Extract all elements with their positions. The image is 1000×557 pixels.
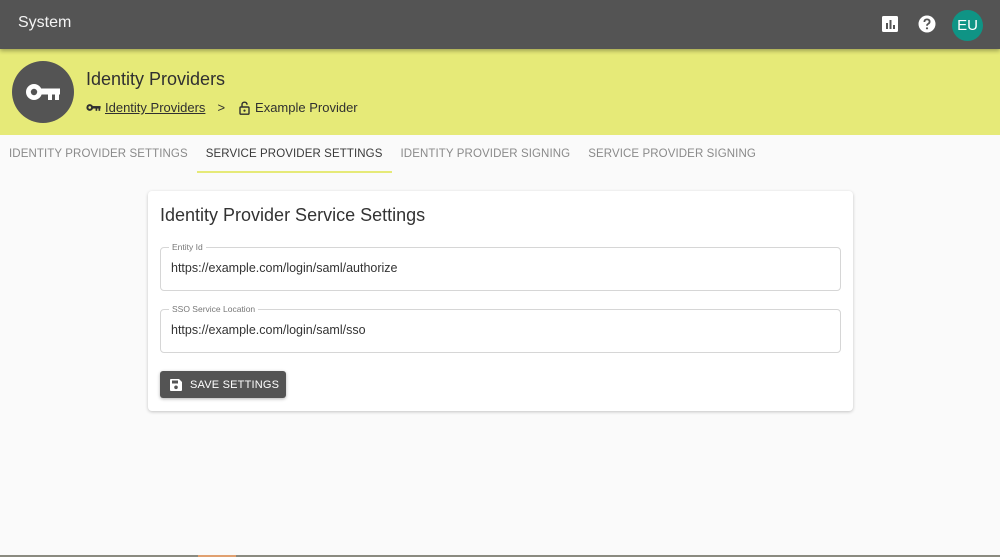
key-icon xyxy=(86,104,101,111)
sso-service-location-field: SSO Service Location xyxy=(160,304,841,353)
user-avatar[interactable]: EU xyxy=(952,10,983,41)
page-title: Identity Providers xyxy=(86,69,226,89)
top-app-bar: System EU xyxy=(0,0,1000,49)
tab-identity-provider-signing[interactable]: IDENTITY PROVIDER SIGNING xyxy=(392,135,580,173)
breadcrumb-current: Example Provider xyxy=(255,100,358,115)
help-icon xyxy=(918,15,936,33)
help-button[interactable] xyxy=(917,14,937,34)
entity-id-label: Entity Id xyxy=(169,242,206,252)
save-icon xyxy=(170,378,182,391)
reports-button[interactable] xyxy=(880,14,900,34)
breadcrumb-link-identity-providers[interactable]: Identity Providers xyxy=(105,100,205,115)
sso-service-location-input[interactable] xyxy=(171,323,821,337)
breadcrumb-separator: > xyxy=(217,100,226,115)
tab-service-provider-signing[interactable]: SERVICE PROVIDER SIGNING xyxy=(579,135,765,173)
header-badge xyxy=(12,61,74,123)
tab-service-provider-settings[interactable]: SERVICE PROVIDER SETTINGS xyxy=(196,135,392,173)
sso-service-location-label: SSO Service Location xyxy=(169,304,259,314)
page-header: Identity Providers Identity Providers > … xyxy=(0,49,1000,135)
save-settings-label: SAVE SETTINGS xyxy=(190,378,280,391)
tab-identity-provider-settings[interactable]: IDENTITY PROVIDER SETTINGS xyxy=(0,135,197,173)
entity-id-input[interactable] xyxy=(171,261,821,275)
key-icon xyxy=(26,84,60,100)
lock-open-icon xyxy=(239,100,250,115)
settings-tabs: IDENTITY PROVIDER SETTINGS SERVICE PROVI… xyxy=(0,135,1000,173)
entity-id-field: Entity Id xyxy=(160,242,841,291)
bar-chart-icon xyxy=(882,16,898,32)
app-title: System xyxy=(18,14,72,31)
save-settings-button[interactable]: SAVE SETTINGS xyxy=(160,371,286,398)
card-title: Identity Provider Service Settings xyxy=(160,205,426,225)
breadcrumb: Identity Providers > Example Provider xyxy=(86,100,358,115)
service-settings-card: Identity Provider Service Settings Entit… xyxy=(148,191,853,411)
